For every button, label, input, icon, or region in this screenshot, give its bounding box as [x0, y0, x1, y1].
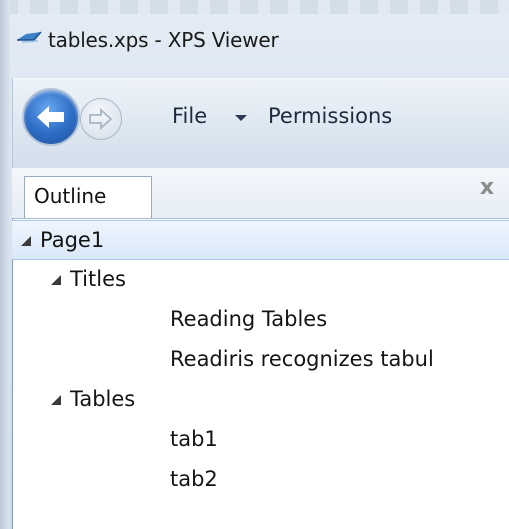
forward-arrow-icon [89, 107, 113, 131]
forward-button[interactable] [80, 98, 122, 140]
outline-item-tables[interactable]: Tables [12, 380, 509, 420]
expanded-triangle-icon[interactable] [50, 394, 62, 406]
file-menu[interactable]: File [172, 104, 207, 128]
outline-item-titles[interactable]: Titles [12, 260, 509, 300]
outline-item-label: Page1 [40, 228, 105, 252]
outline-item-label: tab1 [170, 427, 218, 451]
permissions-menu[interactable]: Permissions [268, 104, 392, 128]
back-arrow-icon [37, 106, 64, 128]
window-title: tables.xps - XPS Viewer [48, 28, 279, 52]
background-blur [0, 0, 509, 14]
outline-item-tab1[interactable]: tab1 [12, 420, 509, 460]
outline-item-page1[interactable]: Page1 [12, 220, 509, 260]
tab-outline-label: Outline [34, 184, 107, 208]
expanded-triangle-icon[interactable] [20, 235, 32, 247]
outline-tree: Page1 Titles Reading Tables Readiris rec… [12, 220, 509, 529]
outline-item-label: Reading Tables [170, 307, 328, 331]
window-left-edge [0, 0, 10, 529]
expanded-triangle-icon[interactable] [50, 274, 62, 286]
outline-item-tab2[interactable]: tab2 [12, 460, 509, 500]
outline-item-label: Tables [70, 387, 136, 411]
xps-viewer-icon [17, 31, 42, 43]
outline-item-label: tab2 [170, 467, 218, 491]
outline-item-label: Titles [70, 267, 126, 291]
outline-item-reading-tables[interactable]: Reading Tables [12, 300, 509, 340]
file-menu-dropdown-icon[interactable] [234, 114, 248, 122]
close-pane-button[interactable]: x [476, 176, 498, 200]
outline-item-readiris[interactable]: Readiris recognizes tabul [12, 340, 509, 380]
outline-item-label: Readiris recognizes tabul [170, 347, 434, 371]
back-button[interactable] [22, 88, 80, 146]
